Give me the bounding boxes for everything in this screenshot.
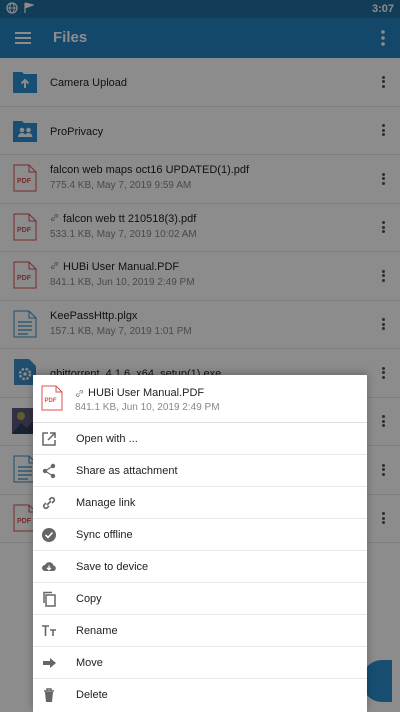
file-actions-sheet: PDF HUBi User Manual.PDF 841.1 KB, Jun 1… xyxy=(33,375,367,712)
action-label: Share as attachment xyxy=(76,465,178,477)
action-move[interactable]: Move xyxy=(33,647,367,679)
action-save-to-device[interactable]: Save to device xyxy=(33,551,367,583)
check-circle-icon xyxy=(42,528,56,542)
sheet-file-name-row: HUBi User Manual.PDF xyxy=(75,387,204,399)
action-label: Save to device xyxy=(76,561,149,573)
action-sync-offline[interactable]: Sync offline xyxy=(33,519,367,551)
sheet-file-meta: 841.1 KB, Jun 10, 2019 2:49 PM xyxy=(75,402,220,413)
action-label: Move xyxy=(76,657,103,669)
action-open-with[interactable]: Open with ... xyxy=(33,423,367,455)
action-label: Open with ... xyxy=(76,433,138,445)
link-icon xyxy=(75,389,84,397)
pdf-file-icon: PDF xyxy=(41,385,63,411)
action-label: Manage link xyxy=(76,497,136,509)
action-label: Copy xyxy=(76,593,102,605)
action-label: Delete xyxy=(76,689,108,701)
action-rename[interactable]: Rename xyxy=(33,615,367,647)
sheet-file-name: HUBi User Manual.PDF xyxy=(88,387,205,399)
link-icon xyxy=(42,496,56,510)
trash-icon xyxy=(44,688,54,702)
action-copy[interactable]: Copy xyxy=(33,583,367,615)
action-delete[interactable]: Delete xyxy=(33,679,367,711)
svg-text:PDF: PDF xyxy=(45,398,57,404)
rename-icon xyxy=(42,625,56,636)
action-manage-link[interactable]: Manage link xyxy=(33,487,367,519)
copy-icon xyxy=(43,591,56,607)
cloud-download-icon xyxy=(42,562,56,571)
share-icon xyxy=(42,463,56,479)
action-label: Rename xyxy=(76,625,118,637)
move-arrow-icon xyxy=(43,658,56,668)
open-with-icon xyxy=(42,432,56,446)
action-share-attachment[interactable]: Share as attachment xyxy=(33,455,367,487)
sheet-header: PDF HUBi User Manual.PDF 841.1 KB, Jun 1… xyxy=(33,375,367,423)
action-label: Sync offline xyxy=(76,529,133,541)
